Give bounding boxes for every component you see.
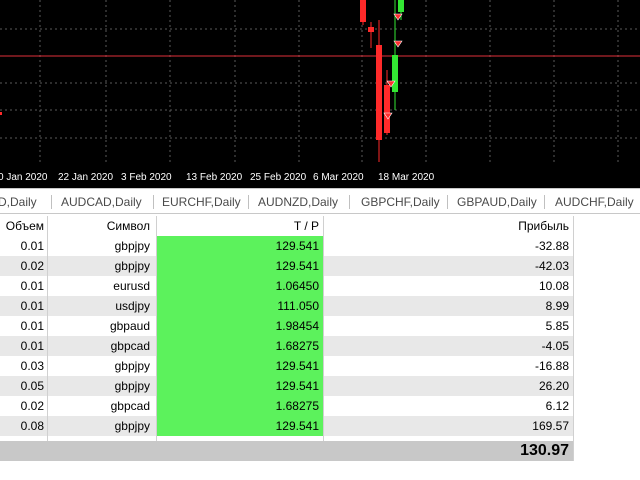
orders-table: Объем Символ T / P Прибыль 0.01 gbpjpy 129… xyxy=(0,216,640,480)
table-row[interactable]: 0.02 gbpcad 1.68275 6.12 xyxy=(0,396,573,416)
column-divider xyxy=(47,216,48,441)
table-row[interactable]: 0.05 gbpjpy 129.541 26.20 xyxy=(0,376,573,396)
cell-profit: -32.88 xyxy=(534,239,569,253)
column-divider xyxy=(323,216,324,441)
tab-eurchf[interactable]: EURCHF,Daily xyxy=(162,189,241,213)
x-axis-date-label: 3 Feb 2020 xyxy=(121,172,172,183)
cell-tp: 1.68275 xyxy=(157,336,323,356)
x-axis-date-label: 6 Mar 2020 xyxy=(313,172,364,183)
candlestick-plot xyxy=(0,0,640,165)
candle-body xyxy=(376,45,382,140)
tab-divider xyxy=(248,195,249,209)
candle-body xyxy=(0,112,2,115)
table-row[interactable]: 0.01 usdjpy 111.050 8.99 xyxy=(0,296,573,316)
cell-volume: 0.01 xyxy=(20,339,44,353)
cell-tp: 1.98454 xyxy=(157,316,323,336)
cell-volume: 0.02 xyxy=(20,259,44,273)
header-tp[interactable]: T / P xyxy=(157,216,323,236)
cell-tp: 129.541 xyxy=(157,256,323,276)
cell-volume: 0.01 xyxy=(20,239,44,253)
cell-profit: -16.88 xyxy=(534,359,569,373)
table-row[interactable]: 0.03 gbpjpy 129.541 -16.88 xyxy=(0,356,573,376)
cell-tp: 1.68275 xyxy=(157,396,323,416)
table-header-row: Объем Символ T / P Прибыль xyxy=(0,216,573,236)
x-axis-date-label: 18 Mar 2020 xyxy=(378,172,435,183)
cell-symbol: gbpcad xyxy=(110,339,150,353)
cell-profit: -4.05 xyxy=(541,339,569,353)
cell-profit: 10.08 xyxy=(538,279,569,293)
header-symbol[interactable]: Символ xyxy=(48,216,156,236)
table-row[interactable]: 0.02 gbpjpy 129.541 -42.03 xyxy=(0,256,573,276)
tab-audchf[interactable]: AUDCHF,Daily xyxy=(555,189,634,213)
column-divider xyxy=(156,216,157,441)
cell-profit: 8.99 xyxy=(545,299,569,313)
candle-body xyxy=(368,27,374,32)
total-profit: 130.97 xyxy=(520,442,569,459)
x-axis-date-label: 13 Feb 2020 xyxy=(186,172,243,183)
cell-tp: 129.541 xyxy=(157,236,323,256)
tab-divider xyxy=(447,195,448,209)
cell-volume: 0.01 xyxy=(20,279,44,293)
cell-symbol: gbpcad xyxy=(110,399,150,413)
header-profit[interactable]: Прибыль xyxy=(324,216,573,236)
cell-tp: 111.050 xyxy=(157,296,323,316)
x-axis-date-label: 0 Jan 2020 xyxy=(0,172,48,183)
tab-divider xyxy=(51,195,52,209)
cell-tp: 129.541 xyxy=(157,416,323,436)
price-chart[interactable]: 0 Jan 2020 22 Jan 2020 3 Feb 2020 13 Feb 20… xyxy=(0,0,640,188)
candle-body xyxy=(384,85,390,133)
cell-tp: 1.06450 xyxy=(157,276,323,296)
tab-divider xyxy=(153,195,154,209)
cell-profit: 26.20 xyxy=(538,379,569,393)
cell-volume: 0.02 xyxy=(20,399,44,413)
candle-body xyxy=(360,0,366,22)
cell-tp: 129.541 xyxy=(157,356,323,376)
total-row: 130.97 xyxy=(0,441,573,461)
cell-symbol: gbpaud xyxy=(109,319,150,333)
cell-volume: 0.01 xyxy=(20,319,44,333)
tab-gbpchf[interactable]: GBPCHF,Daily xyxy=(361,189,440,213)
chart-tab-bar: D,Daily AUDCAD,Daily EURCHF,Daily AUDNZD… xyxy=(0,188,640,214)
cell-profit: -42.03 xyxy=(534,259,569,273)
table-row[interactable]: 0.01 eurusd 1.06450 10.08 xyxy=(0,276,573,296)
header-volume[interactable]: Объем xyxy=(0,216,48,236)
tab-audnzd[interactable]: AUDNZD,Daily xyxy=(258,189,338,213)
cell-symbol: gbpjpy xyxy=(114,359,150,373)
candle-body xyxy=(398,0,404,12)
tab-gbpaud[interactable]: GBPAUD,Daily xyxy=(457,189,537,213)
cell-tp: 129.541 xyxy=(157,376,323,396)
table-row[interactable]: 0.01 gbpjpy 129.541 -32.88 xyxy=(0,236,573,256)
cell-symbol: gbpjpy xyxy=(114,239,150,253)
cell-symbol: gbpjpy xyxy=(114,419,150,433)
table-row[interactable]: 0.01 gbpcad 1.68275 -4.05 xyxy=(0,336,573,356)
cell-volume: 0.03 xyxy=(20,359,44,373)
cell-symbol: gbpjpy xyxy=(114,379,150,393)
cell-volume: 0.08 xyxy=(20,419,44,433)
x-axis-date-label: 25 Feb 2020 xyxy=(250,172,307,183)
cell-profit: 6.12 xyxy=(545,399,569,413)
tab-divider xyxy=(349,195,350,209)
cell-symbol: eurusd xyxy=(113,279,150,293)
cell-volume: 0.05 xyxy=(20,379,44,393)
tab-audcad[interactable]: AUDCAD,Daily xyxy=(61,189,142,213)
column-divider xyxy=(573,216,574,461)
cell-profit: 5.85 xyxy=(545,319,569,333)
x-axis-date-label: 22 Jan 2020 xyxy=(58,172,114,183)
cell-volume: 0.01 xyxy=(20,299,44,313)
tab-partial[interactable]: D,Daily xyxy=(0,189,37,213)
candle-body xyxy=(392,55,398,92)
cell-symbol: usdjpy xyxy=(115,299,150,313)
cell-symbol: gbpjpy xyxy=(114,259,150,273)
table-row[interactable]: 0.01 gbpaud 1.98454 5.85 xyxy=(0,316,573,336)
tab-divider xyxy=(544,195,545,209)
table-row[interactable]: 0.08 gbpjpy 129.541 169.57 xyxy=(0,416,573,436)
cell-profit: 169.57 xyxy=(532,419,569,433)
